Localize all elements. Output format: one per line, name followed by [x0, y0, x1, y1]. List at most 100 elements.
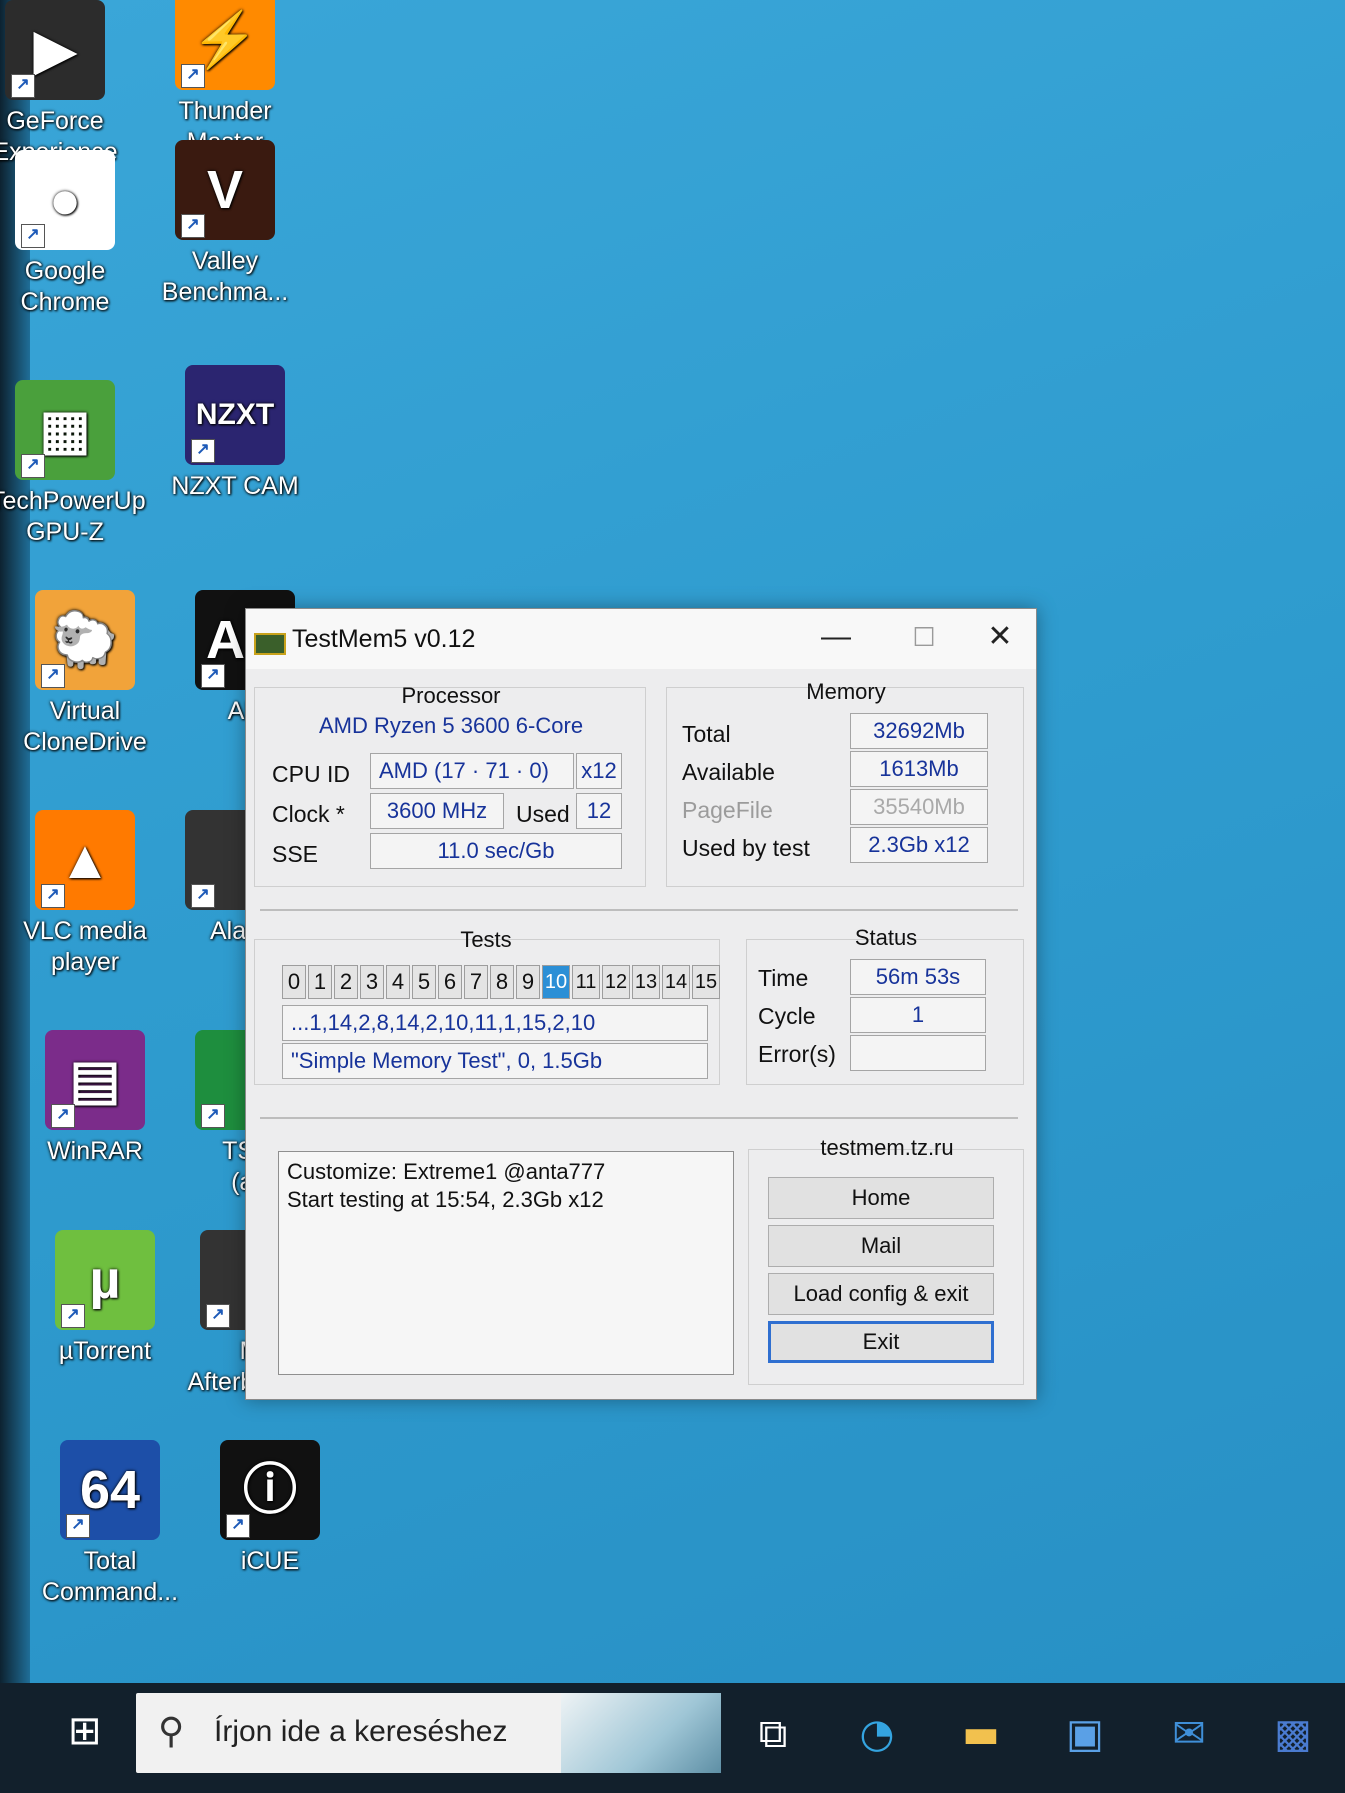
shortcut-arrow-icon: ↗	[41, 664, 65, 688]
current-test-field: "Simple Memory Test", 0, 1.5Gb	[282, 1043, 708, 1079]
app-icon: ▲ ↗	[35, 810, 135, 910]
desktop-icon[interactable]: ⚡↗ThunderMaster	[150, 0, 300, 158]
desktop-icon[interactable]: NZXT ↗ NZXT CAM	[160, 365, 310, 502]
errors-label: Error(s)	[758, 1041, 836, 1067]
edge-icon[interactable]: ◔	[852, 1709, 902, 1759]
shortcut-arrow-icon: ↗	[191, 884, 215, 908]
desktop-icon-label: Thunder	[178, 97, 272, 125]
shortcut-arrow-icon: ↗	[11, 74, 35, 98]
test-cell: 14	[662, 965, 690, 999]
load-config-exit-button[interactable]: Load config & exit	[768, 1273, 994, 1315]
desktop-icon-label: CloneDrive	[23, 728, 147, 756]
pagefile-field: 35540Mb	[850, 789, 988, 825]
testmem-window: TestMem5 v0.12 — ☐ ✕ Processor AMD Ryzen…	[245, 608, 1037, 1400]
search-placeholder: Írjon ide a kereséshez	[214, 1715, 508, 1748]
desktop-icon-label: WinRAR	[47, 1137, 143, 1165]
mail-button[interactable]: Mail	[768, 1225, 994, 1267]
pagefile-label: PageFile	[682, 797, 773, 823]
task-view-icon[interactable]: ⧉	[748, 1709, 798, 1759]
used-field: 12	[576, 793, 622, 829]
cpu-id-field: AMD (17 · 71 · 0)	[370, 753, 574, 789]
cpu-id-label: CPU ID	[272, 761, 350, 787]
desktop-icon-label: Benchma...	[161, 278, 289, 306]
search-highlight-image	[561, 1693, 721, 1773]
desktop-icon-label: GeForce	[6, 107, 104, 135]
test-cell: 13	[632, 965, 660, 999]
processor-title: Processor	[401, 683, 501, 708]
test-cell: 2	[334, 965, 358, 999]
search-box[interactable]: ⚲ Írjon ide a kereséshez	[136, 1693, 721, 1773]
test-cell: 3	[360, 965, 384, 999]
desktop-icon[interactable]: V ↗ Valley Benchma...	[150, 140, 300, 308]
maximize-button[interactable]: ☐	[894, 615, 954, 659]
home-button[interactable]: Home	[768, 1177, 994, 1219]
app-icon: V ↗	[175, 140, 275, 240]
total-label: Total	[682, 721, 731, 747]
memory-title: Memory	[806, 679, 886, 704]
threads-field: x12	[576, 753, 622, 789]
test-cell: 7	[464, 965, 488, 999]
test-cell: 10	[542, 965, 570, 999]
cpu-name: AMD Ryzen 5 3600 6-Core	[318, 713, 584, 738]
title-bar[interactable]: TestMem5 v0.12 — ☐ ✕	[246, 609, 1036, 669]
test-cell: 15	[692, 965, 720, 999]
shortcut-arrow-icon: ↗	[201, 1104, 225, 1128]
desktop-icon-label: Valley	[191, 247, 259, 275]
desktop-icon[interactable]: ⓘ ↗ iCUE	[195, 1440, 345, 1577]
desktop-icon[interactable]: ▤ ↗ WinRAR	[20, 1030, 170, 1167]
shortcut-arrow-icon: ↗	[181, 214, 205, 238]
app-icon: NZXT ↗	[185, 365, 285, 465]
test-cell: 5	[412, 965, 436, 999]
errors-field	[850, 1035, 986, 1071]
memory-chip-icon	[254, 633, 286, 655]
shortcut-arrow-icon: ↗	[21, 454, 45, 478]
desktop-icon[interactable]: ▲ ↗ VLC media player	[10, 810, 160, 978]
sse-field: 11.0 sec/Gb	[370, 833, 622, 869]
desktop-icon-label: Virtual	[49, 697, 121, 725]
app-icon: ▤ ↗	[45, 1030, 145, 1130]
used-by-test-label: Used by test	[682, 835, 810, 861]
log-line: Customize: Extreme1 @anta777	[287, 1159, 606, 1184]
sse-label: SSE	[272, 841, 319, 867]
store-icon[interactable]: ▣	[1060, 1709, 1110, 1759]
log-line: Start testing at 15:54, 2.3Gb x12	[287, 1187, 604, 1212]
app-icon: ⓘ ↗	[220, 1440, 320, 1540]
mail-icon[interactable]: ✉	[1164, 1709, 1214, 1759]
time-field: 56m 53s	[850, 959, 986, 995]
close-button[interactable]: ✕	[970, 615, 1030, 659]
windows-start-icon[interactable]: ⊞	[68, 1711, 108, 1751]
test-cell: 1	[308, 965, 332, 999]
desktop-icon[interactable]: 64 ↗ Total Command...	[35, 1440, 185, 1608]
app-icon: 64 ↗	[60, 1440, 160, 1540]
shortcut-arrow-icon: ↗	[51, 1104, 75, 1128]
app-icon: ⚡ ↗	[175, 0, 275, 90]
desktop-icon-label: Chrome	[20, 288, 110, 316]
test-cell: 11	[572, 965, 600, 999]
desktop-icon[interactable]: ▶↗GeForceExperience	[0, 0, 130, 168]
minimize-button[interactable]: —	[806, 615, 866, 659]
app-icon: ▶ ↗	[5, 0, 105, 100]
taskbar: ⊞ ⚲ Írjon ide a kereséshez ⧉ ◔ ▬ ▣ ✉ ▩	[0, 1683, 1345, 1793]
window-title: TestMem5 v0.12	[292, 625, 476, 653]
log-output[interactable]: Customize: Extreme1 @anta777 Start testi…	[278, 1151, 734, 1375]
desktop-icon[interactable]: µ ↗ µTorrent	[30, 1230, 180, 1367]
desktop-icon-label: Total	[83, 1547, 137, 1575]
shortcut-arrow-icon: ↗	[226, 1514, 250, 1538]
test-cell: 9	[516, 965, 540, 999]
desktop-icon[interactable]: ● ↗ Google Chrome	[0, 150, 140, 318]
desktop-icon[interactable]: 🐑 ↗ Virtual CloneDrive	[10, 590, 160, 758]
desktop-icon-label: NZXT CAM	[171, 472, 299, 500]
save-disk-icon[interactable]: ▩	[1268, 1709, 1318, 1759]
app-icon: 🐑 ↗	[35, 590, 135, 690]
shortcut-arrow-icon: ↗	[61, 1304, 85, 1328]
shortcut-arrow-icon: ↗	[191, 439, 215, 463]
app-icon: µ ↗	[55, 1230, 155, 1330]
site-title: testmem.tz.ru	[820, 1135, 954, 1160]
available-label: Available	[682, 759, 775, 785]
time-label: Time	[758, 965, 809, 991]
cycle-field: 1	[850, 997, 986, 1033]
file-explorer-icon[interactable]: ▬	[956, 1709, 1006, 1759]
desktop-icon[interactable]: ▦ ↗ TechPowerUp GPU-Z	[0, 380, 146, 548]
status-title: Status	[854, 925, 918, 950]
exit-button[interactable]: Exit	[768, 1321, 994, 1363]
